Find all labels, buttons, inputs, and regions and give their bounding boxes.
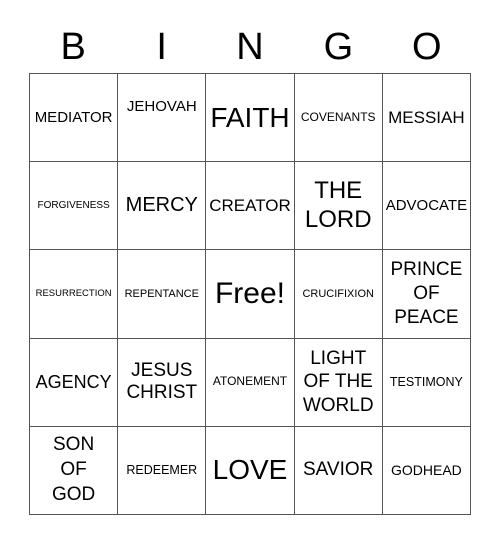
free-space[interactable]: Free! bbox=[206, 250, 295, 339]
bingo-cell[interactable]: JEHOVAH bbox=[118, 74, 207, 163]
bingo-cell[interactable]: RESURRECTION bbox=[30, 250, 119, 339]
header-letter-g: G bbox=[323, 26, 354, 68]
bingo-cell[interactable]: ATONEMENT bbox=[206, 338, 295, 427]
bingo-cell[interactable]: REDEEMER bbox=[118, 426, 207, 515]
bingo-cell[interactable]: SAVIOR bbox=[294, 426, 383, 515]
bingo-cell[interactable]: LOVE bbox=[206, 426, 295, 515]
bingo-cell[interactable]: JESUS CHRIST bbox=[118, 338, 207, 427]
header-letter-b: B bbox=[60, 26, 86, 68]
bingo-cell[interactable]: THE LORD bbox=[294, 162, 383, 251]
bingo-cell[interactable]: FORGIVENESS bbox=[30, 162, 119, 251]
bingo-cell[interactable]: MERCY bbox=[118, 162, 207, 251]
bingo-board: MEDIATOR JEHOVAH FAITH COVENANTS MESSIAH… bbox=[29, 73, 471, 515]
bingo-cell[interactable]: TESTIMONY bbox=[382, 338, 471, 427]
bingo-cell[interactable]: SON OF GOD bbox=[30, 426, 119, 515]
bingo-cell[interactable]: COVENANTS bbox=[294, 74, 383, 163]
bingo-cell[interactable]: MESSIAH bbox=[382, 74, 471, 163]
bingo-cell[interactable]: GODHEAD bbox=[382, 426, 471, 515]
header-letter-i: I bbox=[156, 26, 167, 68]
bingo-cell[interactable]: ADVOCATE bbox=[382, 162, 471, 251]
bingo-cell[interactable]: MEDIATOR bbox=[30, 74, 119, 163]
bingo-cell[interactable]: REPENTANCE bbox=[118, 250, 207, 339]
bingo-cell[interactable]: PRINCE OF PEACE bbox=[382, 250, 471, 339]
bingo-header: B I N G O bbox=[29, 22, 471, 72]
header-letter-o: O bbox=[412, 26, 442, 68]
bingo-cell[interactable]: LIGHT OF THE WORLD bbox=[294, 338, 383, 427]
bingo-cell[interactable]: FAITH bbox=[206, 74, 295, 163]
bingo-cell[interactable]: CREATOR bbox=[206, 162, 295, 251]
bingo-cell[interactable]: CRUCIFIXION bbox=[294, 250, 383, 339]
bingo-cell[interactable]: AGENCY bbox=[30, 338, 119, 427]
header-letter-n: N bbox=[236, 26, 264, 68]
